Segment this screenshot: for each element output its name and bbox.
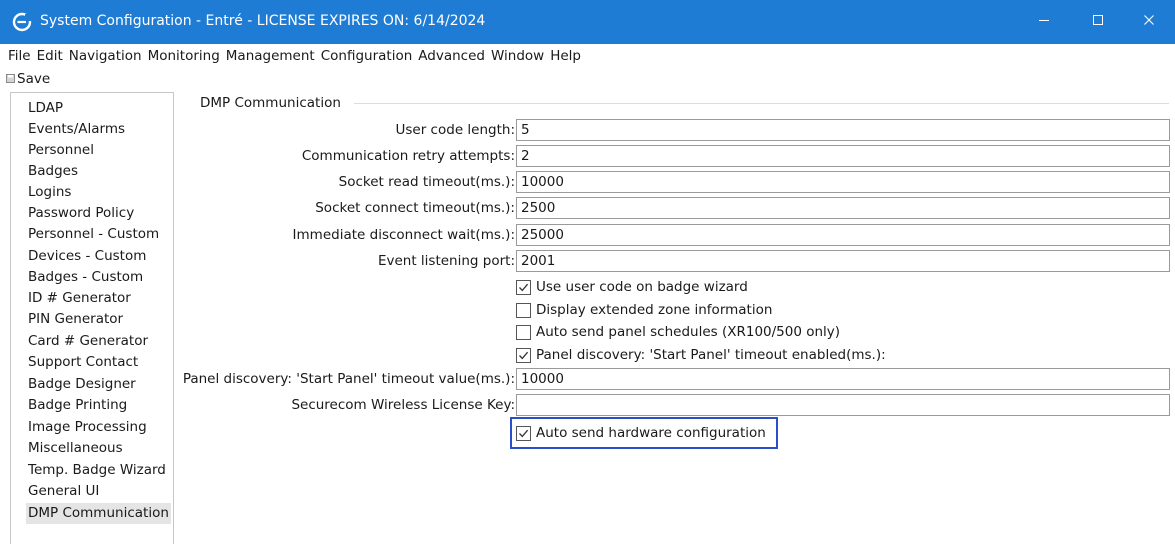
auto-send-schedules-label: Auto send panel schedules (XR100/500 onl… [536,324,841,340]
system-configuration-window: System Configuration - Entré - LICENSE E… [0,0,1175,544]
menu-advanced[interactable]: Advanced [416,48,489,64]
nav-item-id-generator[interactable]: ID # Generator [26,288,133,309]
minimize-button[interactable] [1018,0,1070,44]
use-user-code-checkbox[interactable] [516,279,531,295]
use-user-code-checkbox-row[interactable]: Use user code on badge wizard [516,276,748,298]
socket-read-timeout-input[interactable] [516,171,1170,193]
auto-send-schedules-checkbox[interactable] [516,324,531,340]
extended-zone-label: Display extended zone information [536,302,773,318]
nav-item-general-ui[interactable]: General UI [26,481,101,502]
section-title: DMP Communication [200,95,341,111]
securecom-license-key-label: Securecom Wireless License Key: [291,397,515,413]
checkmark-icon [519,283,529,291]
nav-item-miscellaneous[interactable]: Miscellaneous [26,438,125,459]
nav-item-devices-custom[interactable]: Devices - Custom [26,246,148,267]
nav-item-badges[interactable]: Badges [26,161,80,182]
nav-item-image-processing[interactable]: Image Processing [26,417,149,438]
use-user-code-label: Use user code on badge wizard [536,279,748,295]
user-code-length-input[interactable] [516,119,1170,141]
nav-item-password-policy[interactable]: Password Policy [26,203,136,224]
socket-connect-timeout-label: Socket connect timeout(ms.): [315,200,515,216]
menu-help[interactable]: Help [548,48,585,64]
section-divider [354,103,1169,104]
close-button[interactable] [1123,0,1175,44]
window-title: System Configuration - Entré - LICENSE E… [40,13,486,29]
event-listening-port-label: Event listening port: [377,253,515,269]
toolbar: Save [0,68,1175,90]
entre-logo-icon [12,12,32,32]
retry-attempts-input[interactable] [516,145,1170,167]
nav-item-ldap[interactable]: LDAP [26,98,65,119]
nav-item-events-alarms[interactable]: Events/Alarms [26,119,127,140]
save-button[interactable]: Save [6,71,50,87]
auto-send-hardware-checkbox[interactable] [516,425,531,441]
minimize-icon [1038,14,1050,30]
nav-item-card-generator[interactable]: Card # Generator [26,331,150,352]
start-panel-timeout-value-label: Panel discovery: 'Start Panel' timeout v… [182,371,515,387]
auto-send-schedules-checkbox-row[interactable]: Auto send panel schedules (XR100/500 onl… [516,321,840,343]
title-bar[interactable]: System Configuration - Entré - LICENSE E… [0,0,1175,44]
socket-read-timeout-label: Socket read timeout(ms.): [338,174,515,190]
checkmark-icon [519,429,529,437]
event-listening-port-input[interactable] [516,250,1170,272]
menu-file[interactable]: File [6,48,35,64]
nav-item-dmp-communication[interactable]: DMP Communication [26,503,171,524]
menu-management[interactable]: Management [224,48,319,64]
socket-connect-timeout-input[interactable] [516,197,1170,219]
nav-item-personnel[interactable]: Personnel [26,140,96,161]
menu-navigation[interactable]: Navigation [67,48,146,64]
auto-send-hardware-label: Auto send hardware configuration [536,425,766,441]
menu-edit[interactable]: Edit [35,48,67,64]
extended-zone-checkbox[interactable] [516,302,531,318]
disconnect-wait-input[interactable] [516,224,1170,246]
nav-item-badge-designer[interactable]: Badge Designer [26,374,138,395]
save-label: Save [17,71,51,87]
settings-nav-list: LDAP Events/Alarms Personnel Badges Logi… [10,92,174,544]
start-panel-timeout-label: Panel discovery: 'Start Panel' timeout e… [536,347,886,363]
menu-bar: File Edit Navigation Monitoring Manageme… [0,44,1175,68]
start-panel-timeout-checkbox-row[interactable]: Panel discovery: 'Start Panel' timeout e… [516,344,886,366]
start-panel-timeout-value-input[interactable] [516,368,1170,390]
nav-item-badge-printing[interactable]: Badge Printing [26,395,129,416]
nav-item-temp-badge-wizard[interactable]: Temp. Badge Wizard [26,460,168,481]
auto-send-hardware-checkbox-row[interactable]: Auto send hardware configuration [516,422,766,444]
close-icon [1143,14,1155,30]
nav-item-personnel-custom[interactable]: Personnel - Custom [26,224,161,245]
menu-window[interactable]: Window [489,48,548,64]
maximize-button[interactable] [1072,0,1124,44]
user-code-length-label: User code length: [395,122,516,138]
maximize-icon [1092,14,1104,30]
checkmark-icon [519,351,529,359]
extended-zone-checkbox-row[interactable]: Display extended zone information [516,299,772,321]
nav-item-support-contact[interactable]: Support Contact [26,352,140,373]
start-panel-timeout-checkbox[interactable] [516,347,531,363]
disconnect-wait-label: Immediate disconnect wait(ms.): [292,227,515,243]
dmp-communication-panel: DMP Communication User code length: Comm… [182,92,1175,544]
save-icon [6,71,15,87]
menu-monitoring[interactable]: Monitoring [146,48,224,64]
securecom-license-key-input[interactable] [516,394,1170,416]
nav-item-logins[interactable]: Logins [26,182,73,203]
menu-configuration[interactable]: Configuration [319,48,417,64]
nav-item-pin-generator[interactable]: PIN Generator [26,309,125,330]
retry-attempts-label: Communication retry attempts: [301,148,515,164]
nav-item-badges-custom[interactable]: Badges - Custom [26,267,145,288]
